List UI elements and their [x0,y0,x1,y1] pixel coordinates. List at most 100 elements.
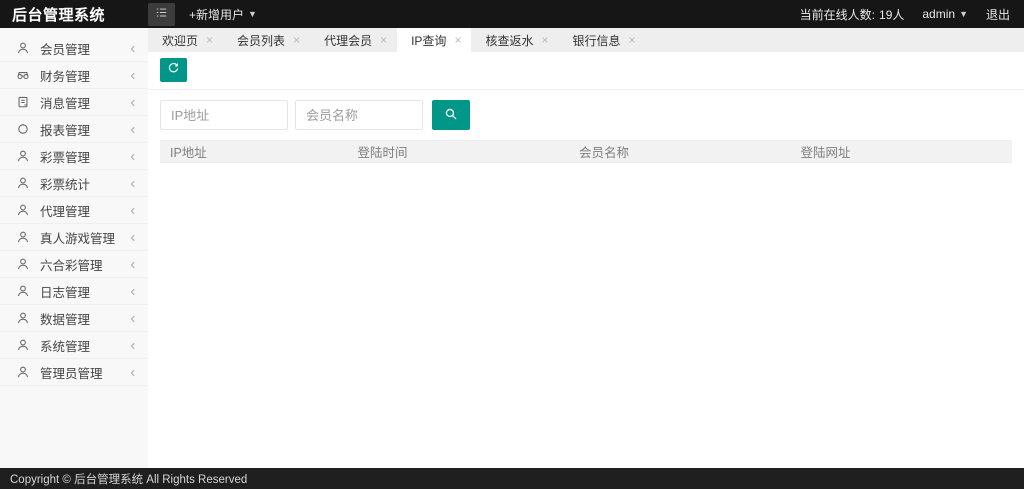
close-icon[interactable]: × [454,34,461,46]
tab-rebate-check[interactable]: 核查返水 × [471,28,558,52]
sidebar-item-lottery-mgmt[interactable]: 彩票管理 [0,143,148,170]
sidebar-item-label: 数据管理 [40,309,128,328]
chevron-left-icon [128,124,138,134]
logout-button[interactable]: 退出 [986,6,1010,23]
close-icon[interactable]: × [629,34,636,46]
search-icon [444,107,458,124]
column-header-ip: IP地址 [160,141,347,163]
tab-welcome[interactable]: 欢迎页 × [148,28,223,52]
sidebar-item-finance-mgmt[interactable]: 财务管理 [0,62,148,89]
sidebar-item-data-mgmt[interactable]: 数据管理 [0,305,148,332]
close-icon[interactable]: × [293,34,300,46]
tab-label: 欢迎页 [162,32,198,49]
table-header-row: IP地址 登陆时间 会员名称 登陆网址 [160,141,1012,163]
add-user-label: +新增用户 [189,6,244,23]
sidebar-item-label: 彩票管理 [40,147,128,166]
chevron-left-icon [128,340,138,350]
toolbar [148,52,1024,90]
close-icon[interactable]: × [541,34,548,46]
chevron-left-icon [128,286,138,296]
sidebar-item-label: 管理员管理 [40,363,128,382]
tab-bank-info[interactable]: 银行信息 × [558,28,645,52]
sidebar-item-lottery-stats[interactable]: 彩票统计 [0,170,148,197]
chevron-left-icon [128,367,138,377]
tab-label: 代理会员 [324,32,372,49]
sidebar-item-label: 消息管理 [40,93,128,112]
sidebar-item-label: 报表管理 [40,120,128,139]
sidebar-item-label: 日志管理 [40,282,128,301]
sidebar-item-report-mgmt[interactable]: 报表管理 [0,116,148,143]
app-title: 后台管理系统 [0,4,148,25]
add-user-dropdown[interactable]: +新增用户 ▼ [189,6,257,23]
sidebar-item-label: 彩票统计 [40,174,128,193]
chevron-left-icon [128,259,138,269]
sidebar-item-admin-mgmt[interactable]: 管理员管理 [0,359,148,386]
results-table-area: IP地址 登陆时间 会员名称 登陆网址 [148,140,1024,468]
admin-user-dropdown[interactable]: admin ▼ [922,7,968,21]
message-icon [16,95,30,109]
sidebar-item-log-mgmt[interactable]: 日志管理 [0,278,148,305]
chevron-left-icon [128,97,138,107]
sidebar-item-label: 系统管理 [40,336,128,355]
close-icon[interactable]: × [206,34,213,46]
online-count: 当前在线人数: 19人 [800,6,905,23]
user-icon [16,257,30,271]
sidebar-item-agent-mgmt[interactable]: 代理管理 [0,197,148,224]
chevron-left-icon [128,70,138,80]
sidebar-item-label: 财务管理 [40,66,128,85]
close-icon[interactable]: × [380,34,387,46]
tab-label: 会员列表 [237,32,285,49]
menu-icon [154,5,169,23]
chevron-left-icon [128,313,138,323]
finance-icon [16,68,30,82]
chevron-left-icon [128,151,138,161]
column-header-member-name: 会员名称 [569,141,791,163]
ip-address-input[interactable] [160,100,288,130]
sidebar-item-member-mgmt[interactable]: 会员管理 [0,35,148,62]
caret-down-icon: ▼ [959,10,968,19]
user-icon [16,284,30,298]
user-icon [16,230,30,244]
sidebar-item-system-mgmt[interactable]: 系统管理 [0,332,148,359]
sidebar-item-mark-six-mgmt[interactable]: 六合彩管理 [0,251,148,278]
sidebar-item-label: 真人游戏管理 [40,228,128,247]
tab-bar: 欢迎页 × 会员列表 × 代理会员 × IP查询 × 核查返水 × 银行信息 × [148,28,1024,52]
sidebar-item-label: 代理管理 [40,201,128,220]
refresh-button[interactable] [160,58,187,82]
copyright-text: Copyright © 后台管理系统 All Rights Reserved [10,471,247,487]
online-count-value: 19人 [879,6,904,23]
user-icon [16,176,30,190]
top-header: 后台管理系统 +新增用户 ▼ 当前在线人数: 19人 admin ▼ 退出 [0,0,1024,28]
chevron-left-icon [128,232,138,242]
admin-username: admin [922,7,955,21]
chevron-left-icon [128,205,138,215]
user-icon [16,365,30,379]
tab-label: IP查询 [411,32,446,49]
member-name-input[interactable] [295,100,423,130]
sidebar-item-label: 会员管理 [40,39,128,58]
report-icon [16,122,30,136]
footer: Copyright © 后台管理系统 All Rights Reserved [0,468,1024,489]
caret-down-icon: ▼ [248,10,257,19]
column-header-login-url: 登陆网址 [790,141,1012,163]
search-button[interactable] [432,100,470,130]
user-icon [16,311,30,325]
user-icon [16,203,30,217]
chevron-left-icon [128,43,138,53]
refresh-icon [167,62,180,78]
tab-ip-query[interactable]: IP查询 × [397,28,471,52]
tab-label: 银行信息 [572,32,620,49]
sidebar-toggle-button[interactable] [148,3,175,26]
user-icon [16,149,30,163]
online-count-label: 当前在线人数: [800,6,875,23]
tab-member-list[interactable]: 会员列表 × [223,28,310,52]
column-header-login-time: 登陆时间 [347,141,569,163]
chevron-left-icon [128,178,138,188]
tab-agent-member[interactable]: 代理会员 × [310,28,397,52]
search-form [148,90,1024,140]
sidebar-item-live-game-mgmt[interactable]: 真人游戏管理 [0,224,148,251]
tab-label: 核查返水 [485,32,533,49]
sidebar-item-message-mgmt[interactable]: 消息管理 [0,89,148,116]
main-content: 欢迎页 × 会员列表 × 代理会员 × IP查询 × 核查返水 × 银行信息 × [148,28,1024,468]
user-icon [16,41,30,55]
